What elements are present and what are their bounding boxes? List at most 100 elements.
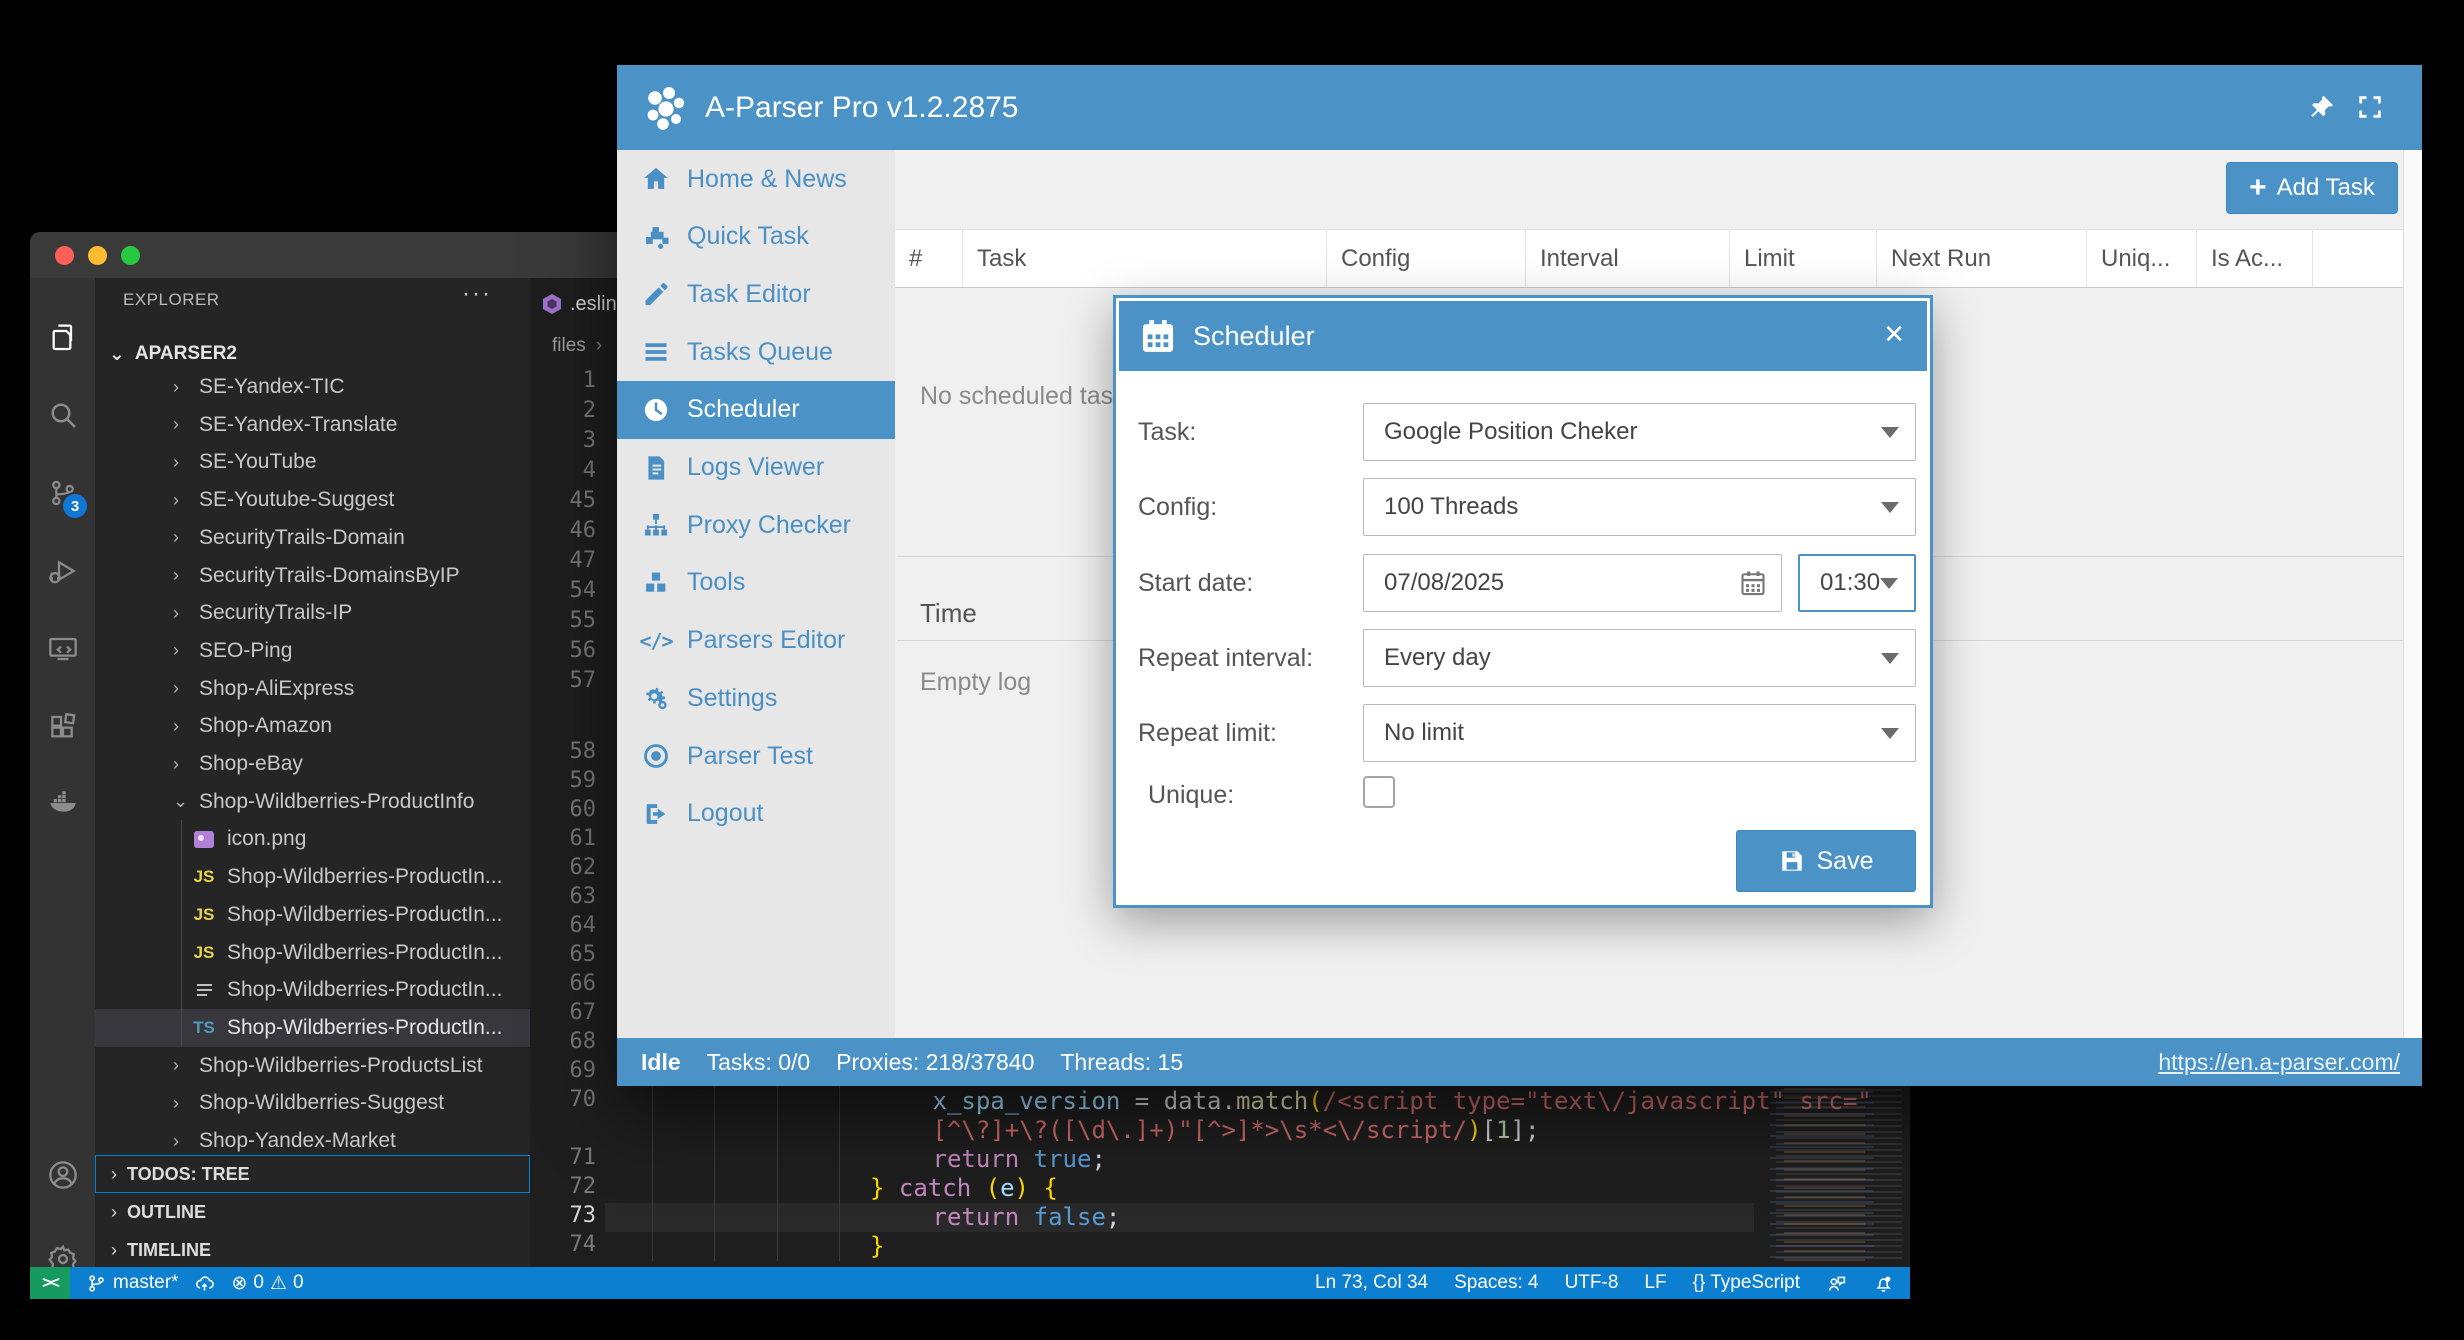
aparser-site-link[interactable]: https://en.a-parser.com/: [2158, 1049, 2400, 1076]
token: (: [1308, 1087, 1323, 1115]
close-icon[interactable]: ✕: [1883, 319, 1905, 350]
panel-label: TODOS: TREE: [127, 1163, 250, 1184]
sidebar-item-proxy-checker[interactable]: Proxy Checker: [617, 496, 895, 554]
sidebar-item-logout[interactable]: Logout: [617, 785, 895, 843]
start-date-input[interactable]: 07/08/2025: [1363, 554, 1782, 612]
sidebar-item-tasks-queue[interactable]: Tasks Queue: [617, 323, 895, 381]
sync-item[interactable]: [194, 1273, 215, 1294]
task-select[interactable]: Google Position Cheker: [1363, 403, 1916, 461]
tree-folder-shop-aliexpress[interactable]: › Shop-AliExpress: [95, 670, 530, 708]
line-number: 62: [569, 855, 597, 880]
tree-folder-shop-wildberries-productslist[interactable]: › Shop-Wildberries-ProductsList: [95, 1047, 530, 1085]
token: }: [870, 1232, 885, 1260]
unique-checkbox[interactable]: [1363, 776, 1395, 808]
line-number: 4: [582, 458, 596, 483]
activity-debug-icon[interactable]: [30, 540, 95, 602]
column-header-task[interactable]: Task: [963, 230, 1327, 287]
activity-source-control-icon[interactable]: 3: [30, 462, 95, 524]
calendar-icon[interactable]: [1739, 569, 1767, 597]
remote-indicator[interactable]: ><: [30, 1267, 70, 1299]
tree-folder-se-yandex-tic[interactable]: › SE-Yandex-TIC: [95, 368, 530, 406]
tree-file-icon-png[interactable]: icon.png: [95, 820, 530, 858]
activity-extensions-icon[interactable]: [30, 696, 95, 758]
tree-file-shop-wildberries-productin[interactable]: JS Shop-Wildberries-ProductIn...: [95, 934, 530, 972]
encoding[interactable]: UTF-8: [1565, 1272, 1619, 1294]
tree-folder-se-youtube-suggest[interactable]: › SE-Youtube-Suggest: [95, 481, 530, 519]
tree-folder-se-yandex-translate[interactable]: › SE-Yandex-Translate: [95, 406, 530, 444]
tree-file-shop-wildberries-productin[interactable]: TS Shop-Wildberries-ProductIn...: [95, 1008, 530, 1047]
activity-remote-icon[interactable]: [30, 618, 95, 680]
column-header-uniq[interactable]: Uniq...: [2087, 230, 2197, 287]
sidebar-item-task-editor[interactable]: Task Editor: [617, 265, 895, 323]
breadcrumb-item[interactable]: files: [552, 335, 586, 357]
language-mode[interactable]: {} TypeScript: [1693, 1272, 1800, 1294]
macos-minimize-button[interactable]: [88, 246, 107, 265]
sidebar-item-parsers-editor[interactable]: </> Parsers Editor: [617, 612, 895, 670]
problems-item[interactable]: ⊗ 0 ⚠ 0: [231, 1272, 303, 1295]
tree-folder-shop-amazon[interactable]: › Shop-Amazon: [95, 707, 530, 745]
tree-folder-shop-wildberries-productinfo[interactable]: ⌄ Shop-Wildberries-ProductInfo: [95, 783, 530, 821]
column-header-config[interactable]: Config: [1327, 230, 1526, 287]
indentation[interactable]: Spaces: 4: [1454, 1272, 1539, 1294]
sidebar-item-parser-test[interactable]: Parser Test: [617, 727, 895, 785]
more-actions-icon[interactable]: ···: [462, 280, 492, 308]
token: return: [932, 1145, 1020, 1173]
token: e: [1000, 1174, 1015, 1202]
activity-docker-icon[interactable]: [30, 770, 95, 832]
workspace-root-folder[interactable]: ⌄ APARSER2: [95, 340, 530, 368]
notifications-bell-icon[interactable]: [1873, 1273, 1894, 1294]
repeat-limit-select[interactable]: No limit: [1363, 704, 1916, 762]
save-floppy-icon: [1781, 851, 1802, 871]
fullscreen-icon[interactable]: [2356, 93, 2384, 121]
tree-folder-securitytrails-domainsbyip[interactable]: › SecurityTrails-DomainsByIP: [95, 557, 530, 595]
sidebar-item-tools[interactable]: Tools: [617, 554, 895, 612]
start-time-select[interactable]: 01:30: [1798, 554, 1916, 612]
column-header-is-ac[interactable]: Is Ac...: [2197, 230, 2313, 287]
add-task-button[interactable]: + Add Task: [2226, 162, 2398, 214]
feedback-icon[interactable]: [1826, 1273, 1847, 1294]
sidebar-item-scheduler[interactable]: Scheduler: [617, 380, 895, 439]
save-button[interactable]: Save: [1736, 830, 1916, 892]
cursor-position[interactable]: Ln 73, Col 34: [1315, 1272, 1428, 1294]
activity-explorer-icon[interactable]: [30, 306, 95, 368]
tree-folder-shop-ebay[interactable]: › Shop-eBay: [95, 745, 530, 783]
repeat-interval-select[interactable]: Every day: [1363, 629, 1916, 687]
column-header-interval[interactable]: Interval: [1526, 230, 1730, 287]
chevron-right-icon: ›: [173, 1055, 179, 1076]
panel-outline[interactable]: › OUTLINE: [95, 1193, 530, 1231]
panel-timeline[interactable]: › TIMELINE: [95, 1231, 530, 1269]
token: return: [932, 1203, 1020, 1231]
errors-count: 0: [253, 1272, 264, 1293]
config-select[interactable]: 100 Threads: [1363, 478, 1916, 536]
activity-account-icon[interactable]: [30, 1144, 95, 1206]
tree-folder-seo-ping[interactable]: › SEO-Ping: [95, 632, 530, 670]
tree-file-shop-wildberries-productin[interactable]: JS Shop-Wildberries-ProductIn...: [95, 896, 530, 934]
tab-label: .eslin: [570, 292, 617, 315]
scrollbar-track[interactable]: [2403, 150, 2422, 1038]
column-header-next-run[interactable]: Next Run: [1877, 230, 2087, 287]
dialog-header[interactable]: Scheduler ✕: [1119, 301, 1927, 371]
minimap[interactable]: [1756, 1088, 1904, 1263]
sidebar-item-logs-viewer[interactable]: Logs Viewer: [617, 439, 895, 497]
sidebar-item-quick-task[interactable]: Quick Task: [617, 208, 895, 266]
chevron-right-icon: ›: [173, 640, 179, 661]
tree-folder-securitytrails-domain[interactable]: › SecurityTrails-Domain: [95, 519, 530, 557]
git-branch-item[interactable]: master*: [86, 1272, 178, 1294]
macos-zoom-button[interactable]: [121, 246, 140, 265]
breadcrumb[interactable]: files ›: [530, 330, 602, 362]
panel-todos-tree[interactable]: › TODOS: TREE: [95, 1155, 530, 1193]
sidebar-item-home-news[interactable]: Home & News: [617, 150, 895, 208]
sidebar-item-settings[interactable]: Settings: [617, 669, 895, 727]
column-header-[interactable]: #: [895, 230, 963, 287]
activity-search-icon[interactable]: [30, 384, 95, 446]
tree-file-shop-wildberries-productin[interactable]: JS Shop-Wildberries-ProductIn...: [95, 858, 530, 896]
macos-close-button[interactable]: [55, 246, 74, 265]
tree-folder-shop-wildberries-suggest[interactable]: › Shop-Wildberries-Suggest: [95, 1084, 530, 1122]
column-header-limit[interactable]: Limit: [1730, 230, 1877, 287]
tree-folder-se-youtube[interactable]: › SE-YouTube: [95, 443, 530, 481]
tree-file-shop-wildberries-productin[interactable]: Shop-Wildberries-ProductIn...: [95, 971, 530, 1009]
tree-folder-securitytrails-ip[interactable]: › SecurityTrails-IP: [95, 594, 530, 632]
pin-icon[interactable]: [2308, 93, 2336, 121]
chevron-right-icon: ›: [173, 376, 179, 397]
eol-sequence[interactable]: LF: [1644, 1272, 1666, 1294]
